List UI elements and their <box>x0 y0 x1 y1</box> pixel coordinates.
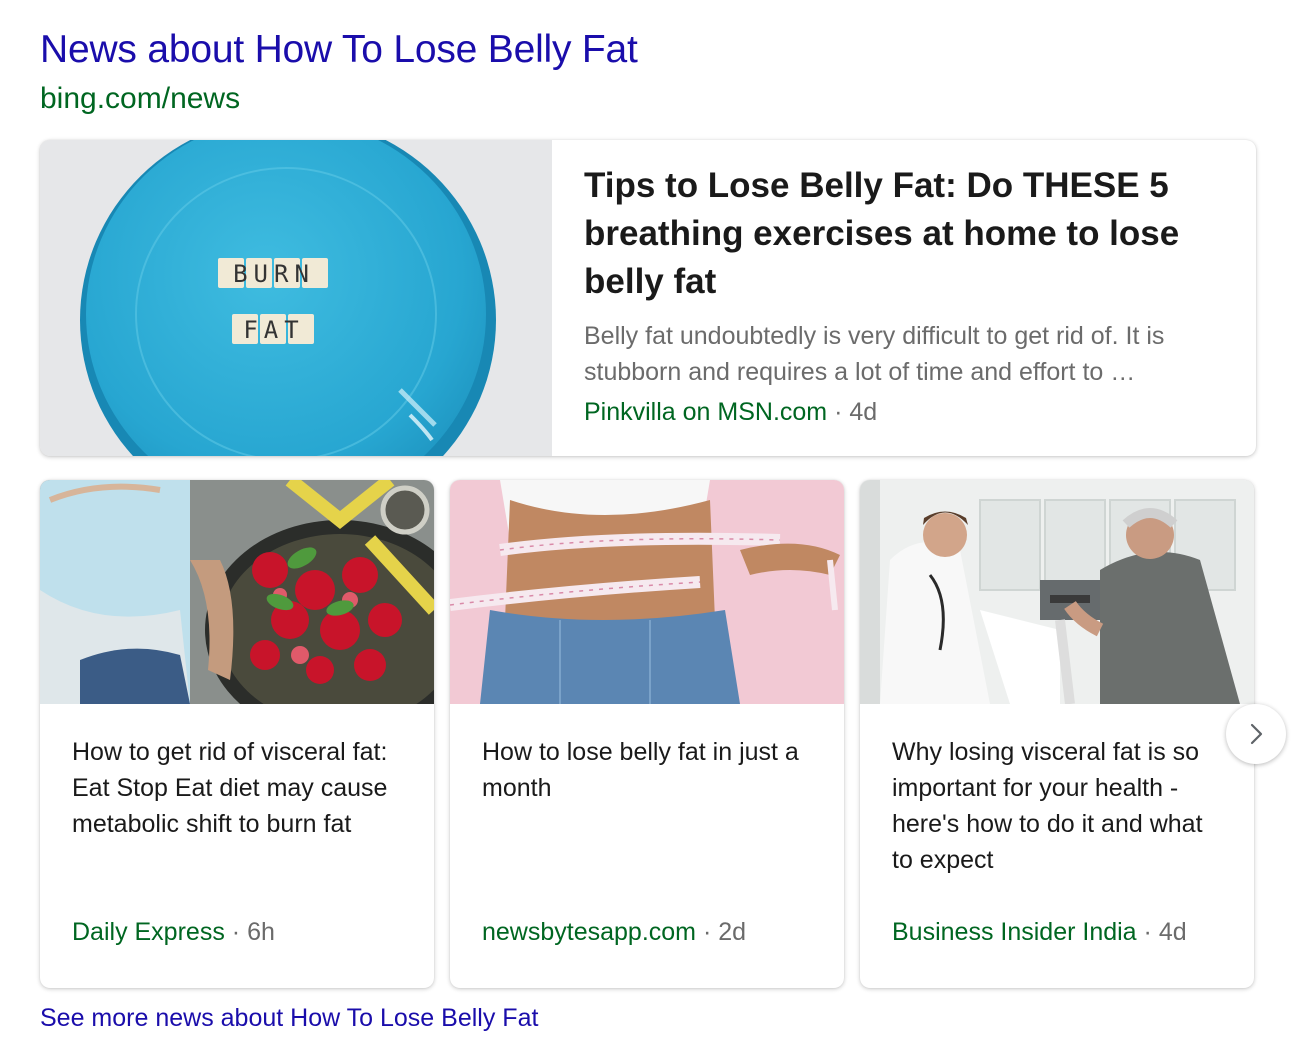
news-card[interactable]: Why losing visceral fat is so important … <box>860 480 1254 988</box>
featured-title[interactable]: Tips to Lose Belly Fat: Do THESE 5 breat… <box>584 162 1224 306</box>
featured-text: Tips to Lose Belly Fat: Do THESE 5 breat… <box>584 162 1224 427</box>
news-card-source: Business Insider India <box>892 918 1137 946</box>
meta-separator: · <box>702 918 712 946</box>
news-heading-link[interactable]: News about How To Lose Belly Fat <box>40 28 638 72</box>
thumbnail-doctor-patient-scale <box>860 480 1254 704</box>
tile-text-burn: BURN <box>233 260 315 288</box>
news-card-title[interactable]: How to lose belly fat in just a month <box>482 734 816 806</box>
news-card-title[interactable]: How to get rid of visceral fat: Eat Stop… <box>72 734 406 842</box>
thumbnail-measuring-tape-waist <box>450 480 844 704</box>
chevron-right-icon <box>1244 722 1268 746</box>
source-url: bing.com/news <box>40 82 241 115</box>
featured-meta: Pinkvilla on MSN.com · 4d <box>584 398 1224 427</box>
thumbnail-salad-waist <box>40 480 434 704</box>
news-card-age: 6h <box>247 918 275 946</box>
news-card-age: 4d <box>1158 918 1187 946</box>
news-card-meta: Business Insider India · 4d <box>892 918 1187 947</box>
news-card-age: 2d <box>718 918 747 946</box>
news-card-title[interactable]: Why losing visceral fat is so important … <box>892 734 1226 878</box>
featured-news-card[interactable]: BURN FAT Tips to Lose Belly Fat: Do THES… <box>40 140 1256 456</box>
news-card-meta: newsbytesapp.com · 2d <box>482 918 746 947</box>
news-card[interactable]: How to get rid of visceral fat: Eat Stop… <box>40 480 434 988</box>
tile-text-fat: FAT <box>243 316 304 344</box>
news-card[interactable]: How to lose belly fat in just a month ne… <box>450 480 844 988</box>
meta-separator: · <box>1143 918 1152 946</box>
news-card-source: Daily Express <box>72 918 225 946</box>
meta-separator: · <box>231 918 241 946</box>
see-more-news-link[interactable]: See more news about How To Lose Belly Fa… <box>40 1004 538 1033</box>
featured-age: 4d <box>849 398 878 426</box>
news-card-meta: Daily Express · 6h <box>72 918 275 947</box>
featured-source: Pinkvilla on MSN.com <box>584 398 828 426</box>
news-card-source: newsbytesapp.com <box>482 918 697 946</box>
featured-thumbnail-burn-fat-plate: BURN FAT <box>40 140 552 456</box>
meta-separator: · <box>834 398 843 426</box>
carousel-next-button[interactable] <box>1226 704 1286 764</box>
featured-snippet: Belly fat undoubtedly is very difficult … <box>584 322 1165 386</box>
